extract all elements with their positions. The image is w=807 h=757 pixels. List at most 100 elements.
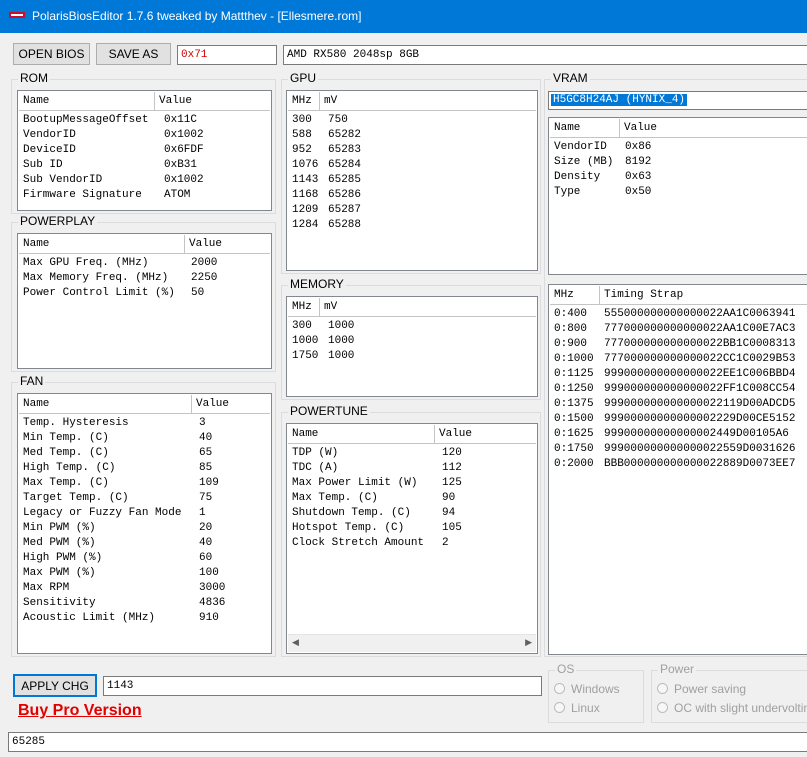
vram-select-field[interactable]: H5GC8H24AJ (HYNIX_4) (548, 91, 807, 110)
powerplay-list[interactable]: Name Value Max GPU Freq. (MHz) 2000 Max M… (17, 233, 272, 369)
list-row[interactable]: VendorID 0x1002 (23, 128, 271, 143)
gpu-name-field[interactable]: AMD RX580 2048sp 8GB (283, 45, 807, 65)
list-row[interactable]: Max Temp. (C) 109 (23, 476, 271, 491)
list-row[interactable]: Firmware Signature ATOM (23, 188, 271, 203)
radio-oc-undervolting[interactable]: OC with slight undervolting (657, 701, 807, 715)
open-bios-button[interactable]: OPEN BIOS (13, 43, 90, 65)
column-header-value[interactable]: Value (435, 425, 537, 443)
list-row[interactable]: Target Temp. (C) 75 (23, 491, 271, 506)
column-header-name[interactable]: Name (19, 395, 192, 413)
column-header-name[interactable]: Name (19, 92, 155, 110)
list-row[interactable]: Max Temp. (C) 90 (292, 491, 537, 506)
save-as-button[interactable]: SAVE AS (96, 43, 171, 65)
apply-changes-button[interactable]: APPLY CHG (13, 674, 97, 697)
gpu-list[interactable]: MHz mV 300 750 588 65282 952 65283 1076 6528… (286, 90, 538, 271)
list-row[interactable]: 300 1000 (292, 319, 537, 334)
radio-label: Windows (571, 682, 620, 696)
hex-value-field[interactable]: 0x71 (177, 45, 277, 65)
list-row[interactable]: 0:800 777000000000000022AA1C00E7AC3 (554, 322, 807, 337)
memory-list[interactable]: MHz mV 300 1000 1000 1000 1750 1000 (286, 296, 538, 397)
list-row[interactable]: Sub ID 0xB31 (23, 158, 271, 173)
list-row[interactable]: Size (MB) 8192 (554, 155, 807, 170)
list-row[interactable]: 0:900 777000000000000022BB1C0008313 (554, 337, 807, 352)
list-row[interactable]: 1143 65285 (292, 173, 537, 188)
list-row[interactable]: 1750 1000 (292, 349, 537, 364)
list-row[interactable]: Type 0x50 (554, 185, 807, 200)
column-header-mhz[interactable]: MHz (550, 286, 600, 304)
list-row[interactable]: 0:1000 777000000000000022CC1C0029B53 (554, 352, 807, 367)
list-row[interactable]: Min PWM (%) 20 (23, 521, 271, 536)
vram-list[interactable]: Name Value VendorID 0x86 Size (MB) 8192 De… (548, 117, 807, 275)
list-row[interactable]: DeviceID 0x6FDF (23, 143, 271, 158)
list-row[interactable]: Density 0x63 (554, 170, 807, 185)
column-header-timing-strap[interactable]: Timing Strap (600, 286, 807, 304)
list-row[interactable]: TDP (W) 120 (292, 446, 537, 461)
scroll-left-icon[interactable]: ◀ (292, 638, 299, 648)
list-row[interactable]: Med Temp. (C) 65 (23, 446, 271, 461)
list-row[interactable]: Sensitivity 4836 (23, 596, 271, 611)
list-row[interactable]: Max Power Limit (W) 125 (292, 476, 537, 491)
list-row[interactable]: Acoustic Limit (MHz) 910 (23, 611, 271, 626)
column-header-mhz[interactable]: MHz (288, 298, 320, 316)
column-header-value[interactable]: Value (620, 119, 807, 137)
list-row[interactable]: 0:1125 999000000000000022EE1C006BBD4 (554, 367, 807, 382)
radio-power-saving[interactable]: Power saving (657, 682, 746, 696)
list-row[interactable]: 1000 1000 (292, 334, 537, 349)
list-row[interactable]: Max GPU Freq. (MHz) 2000 (23, 256, 271, 271)
list-row[interactable]: TDC (A) 112 (292, 461, 537, 476)
column-header-name[interactable]: Name (19, 235, 185, 253)
list-row[interactable]: 1209 65287 (292, 203, 537, 218)
list-row[interactable]: BootupMessageOffset 0x11C (23, 113, 271, 128)
list-row[interactable]: Shutdown Temp. (C) 94 (292, 506, 537, 521)
scroll-right-icon[interactable]: ▶ (525, 638, 532, 648)
list-row[interactable]: 0:1500 99900000000000002229D00CE5152 (554, 412, 807, 427)
column-header-value[interactable]: Value (192, 395, 271, 413)
list-row[interactable]: Legacy or Fuzzy Fan Mode 1 (23, 506, 271, 521)
list-row[interactable]: VendorID 0x86 (554, 140, 807, 155)
list-row[interactable]: Clock Stretch Amount 2 (292, 536, 537, 551)
cell-mhz: 1000 (292, 335, 319, 347)
list-row[interactable]: High PWM (%) 60 (23, 551, 271, 566)
column-header-name[interactable]: Name (550, 119, 620, 137)
list-row[interactable]: Max Memory Freq. (MHz) 2250 (23, 271, 271, 286)
timing-strap-list[interactable]: MHz Timing Strap 0:400 555000000000000022… (548, 284, 807, 655)
list-row[interactable]: Sub VendorID 0x1002 (23, 173, 271, 188)
fan-list[interactable]: Name Value Temp. Hysteresis 3 Min Temp. (… (17, 393, 272, 654)
list-row[interactable]: Hotspot Temp. (C) 105 (292, 521, 537, 536)
list-row[interactable]: High Temp. (C) 85 (23, 461, 271, 476)
list-row[interactable]: 0:1250 999000000000000022FF1C008CC54 (554, 382, 807, 397)
powertune-list[interactable]: Name Value TDP (W) 120 TDC (A) 112 Max Pow… (286, 423, 538, 654)
list-row[interactable]: Min Temp. (C) 40 (23, 431, 271, 446)
rom-list[interactable]: Name Value BootupMessageOffset 0x11C Vend… (17, 90, 272, 211)
list-row[interactable]: 1284 65288 (292, 218, 537, 233)
column-header-value[interactable]: Value (155, 92, 271, 110)
list-row[interactable]: Temp. Hysteresis 3 (23, 416, 271, 431)
column-header-mv[interactable]: mV (320, 92, 537, 110)
column-header-value[interactable]: Value (185, 235, 271, 253)
list-row[interactable]: 0:400 555000000000000022AA1C0063941 (554, 307, 807, 322)
status-value-field[interactable]: 65285 (8, 732, 807, 752)
horizontal-scrollbar[interactable]: ◀ ▶ (288, 634, 536, 652)
radio-windows[interactable]: Windows (554, 682, 620, 696)
list-row[interactable]: 952 65283 (292, 143, 537, 158)
radio-linux[interactable]: Linux (554, 701, 600, 715)
list-row[interactable]: 588 65282 (292, 128, 537, 143)
list-row[interactable]: 0:1750 999000000000000022559D0031626 (554, 442, 807, 457)
list-row[interactable]: 0:1375 999000000000000022119D00ADCD5 (554, 397, 807, 412)
list-row[interactable]: 0:1625 99900000000000002449D00105A6 (554, 427, 807, 442)
buy-pro-version-link[interactable]: Buy Pro Version (18, 702, 142, 720)
column-header-mhz[interactable]: MHz (288, 92, 320, 110)
list-row[interactable]: Max PWM (%) 100 (23, 566, 271, 581)
list-row[interactable]: Med PWM (%) 40 (23, 536, 271, 551)
list-row[interactable]: Power Control Limit (%) 50 (23, 286, 271, 301)
apply-value-field[interactable]: 1143 (103, 676, 542, 696)
power-group: Power Power saving OC with slight underv… (651, 662, 807, 723)
column-header-name[interactable]: Name (288, 425, 435, 443)
list-row[interactable]: 0:2000 BBB000000000000022889D0073EE7 (554, 457, 807, 472)
list-row[interactable]: Max RPM 3000 (23, 581, 271, 596)
list-row[interactable]: 1168 65286 (292, 188, 537, 203)
list-row[interactable]: 1076 65284 (292, 158, 537, 173)
cell-value: 0x11C (164, 114, 198, 126)
list-row[interactable]: 300 750 (292, 113, 537, 128)
column-header-mv[interactable]: mV (320, 298, 537, 316)
